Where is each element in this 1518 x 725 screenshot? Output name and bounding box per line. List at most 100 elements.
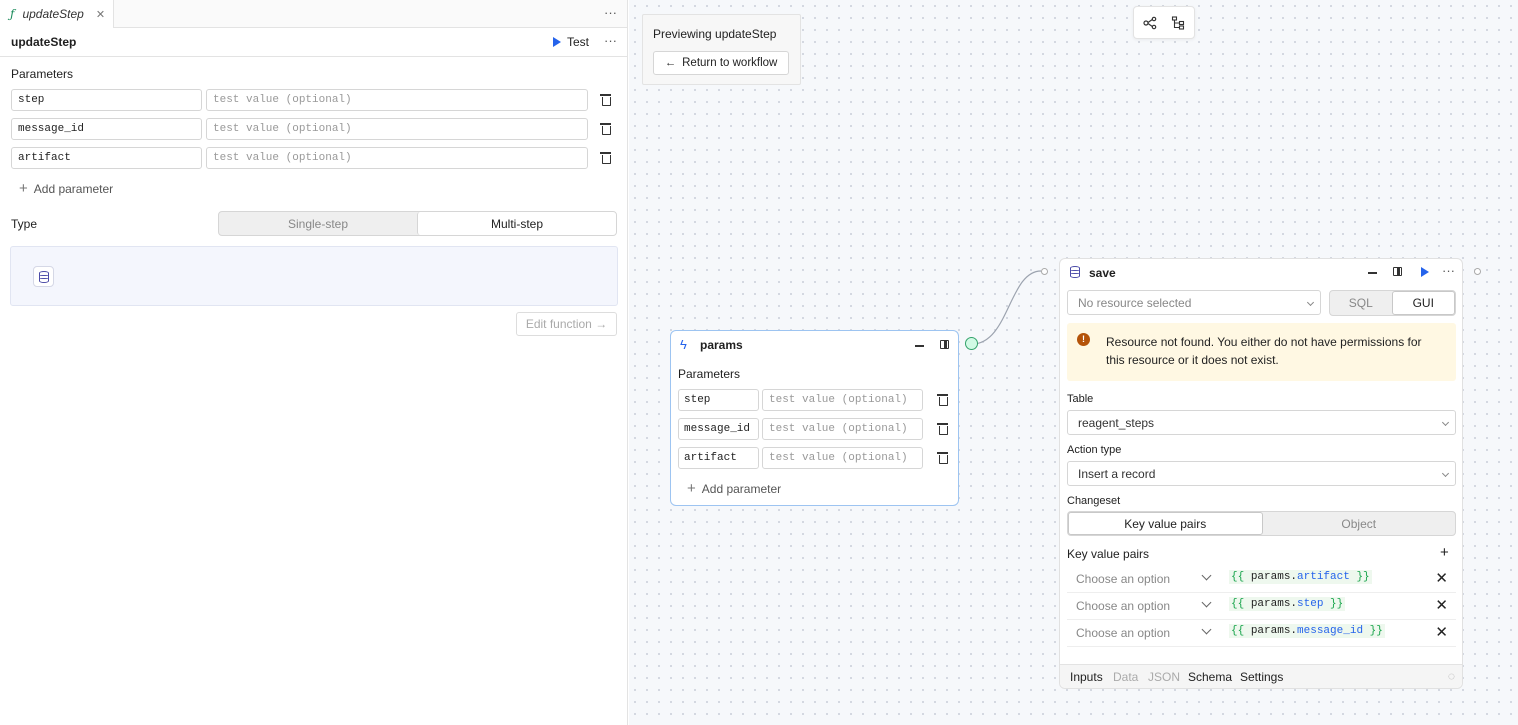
changeset-toggle: Key value pairs Object	[1067, 511, 1456, 536]
close-icon[interactable]: ✕	[96, 8, 105, 21]
chevron-down-icon[interactable]	[1201, 597, 1212, 608]
warning-icon: !	[1077, 333, 1090, 346]
test-button[interactable]: Test	[552, 35, 589, 49]
add-parameter-button[interactable]: + Add parameter	[19, 181, 113, 196]
graph-layout-icon[interactable]	[1143, 16, 1157, 30]
kv-value-expression[interactable]: {{ params.step }}	[1229, 597, 1346, 611]
kv-value-expression[interactable]: {{ params.message_id }}	[1229, 624, 1385, 638]
chevron-down-icon	[1441, 418, 1450, 427]
return-to-workflow-button[interactable]: ← Return to workflow	[653, 51, 789, 75]
type-option-multi-step[interactable]: Multi-step	[417, 212, 616, 235]
plus-icon: +	[687, 480, 696, 497]
type-label: Type	[11, 217, 38, 231]
input-port[interactable]	[1041, 268, 1048, 275]
more-icon[interactable]: ···	[1442, 263, 1455, 278]
run-icon[interactable]	[1421, 267, 1429, 277]
save-node[interactable]: save ··· No resource selected SQL GUI ! …	[1059, 258, 1463, 689]
params-node[interactable]: ϟ params Parameters step test value (opt…	[670, 330, 959, 506]
canvas-toolbar	[1133, 6, 1195, 39]
action-type-select[interactable]: Insert a record	[1067, 461, 1456, 486]
kv-row: Choose an option {{ params.step }} ✕	[1067, 593, 1456, 620]
chevron-down-icon[interactable]	[1201, 624, 1212, 635]
parameter-test-value-input[interactable]: test value (optional)	[206, 118, 588, 140]
lightning-icon: ϟ	[680, 337, 687, 352]
tab-updatestep[interactable]: ƒ updateStep ✕	[0, 0, 114, 28]
remove-icon[interactable]: ✕	[1435, 569, 1448, 587]
parameter-row: step test value (optional)	[678, 389, 948, 411]
add-parameter-button[interactable]: + Add parameter	[687, 481, 781, 496]
action-type-label: Action type	[1067, 444, 1122, 456]
trash-icon[interactable]	[937, 394, 948, 406]
params-node-section-label: Parameters	[678, 367, 741, 381]
kv-row: Choose an option {{ params.message_id }}…	[1067, 620, 1456, 647]
mode-option-sql[interactable]: SQL	[1330, 291, 1392, 315]
remove-icon[interactable]: ✕	[1435, 596, 1448, 614]
kv-key-select[interactable]: Choose an option	[1076, 572, 1170, 586]
workflow-summary-box[interactable]	[10, 246, 618, 306]
parameter-row: artifact test value (optional)	[11, 147, 617, 169]
parameter-test-value-input[interactable]: test value (optional)	[206, 147, 588, 169]
kv-pairs-label: Key value pairs	[1067, 547, 1150, 561]
panel-icon[interactable]	[940, 340, 949, 349]
trash-icon[interactable]	[600, 152, 611, 164]
footer-tab-data[interactable]: Data	[1113, 670, 1138, 684]
trash-icon[interactable]	[600, 123, 611, 135]
preview-banner: Previewing updateStep ← Return to workfl…	[642, 14, 801, 85]
kv-key-select[interactable]: Choose an option	[1076, 626, 1170, 640]
minimize-icon[interactable]	[1368, 272, 1377, 274]
workflow-canvas[interactable]: Previewing updateStep ← Return to workfl…	[629, 0, 1518, 725]
parameter-test-value-input[interactable]: test value (optional)	[206, 89, 588, 111]
function-icon: ƒ	[10, 7, 15, 21]
parameter-test-value-input[interactable]: test value (optional)	[762, 418, 923, 440]
footer-tab-settings[interactable]: Settings	[1240, 670, 1283, 684]
footer-tab-schema[interactable]: Schema	[1188, 670, 1232, 684]
parameter-name-input[interactable]: message_id	[11, 118, 202, 140]
output-port[interactable]	[965, 337, 978, 350]
kv-value-expression[interactable]: {{ params.artifact }}	[1229, 570, 1372, 584]
chevron-down-icon	[1306, 298, 1315, 307]
kv-key-select[interactable]: Choose an option	[1076, 599, 1170, 613]
parameter-name-input[interactable]: artifact	[678, 447, 759, 469]
trash-icon[interactable]	[600, 94, 611, 106]
trash-icon[interactable]	[937, 423, 948, 435]
remove-icon[interactable]: ✕	[1435, 623, 1448, 641]
tree-layout-icon[interactable]	[1171, 16, 1185, 30]
save-node-header: save ···	[1060, 259, 1462, 285]
add-kv-pair-icon[interactable]: +	[1440, 544, 1449, 561]
type-segmented-control: Single-step Multi-step	[218, 211, 617, 236]
footer-tab-inputs[interactable]: Inputs	[1070, 670, 1103, 684]
warning-callout: ! Resource not found. You either do not …	[1067, 323, 1456, 381]
footer-tab-json[interactable]: JSON	[1148, 670, 1180, 684]
type-option-single-step[interactable]: Single-step	[219, 212, 417, 235]
more-icon[interactable]: ···	[604, 33, 617, 48]
trash-icon[interactable]	[937, 452, 948, 464]
add-parameter-label: Add parameter	[33, 181, 114, 196]
kv-row: Choose an option {{ params.artifact }} ✕	[1067, 566, 1456, 593]
table-select-value: reagent_steps	[1078, 416, 1155, 430]
parameter-name-input[interactable]: step	[11, 89, 202, 111]
chevron-down-icon[interactable]	[1201, 570, 1212, 581]
more-icon[interactable]: ···	[604, 5, 617, 20]
table-select[interactable]: reagent_steps	[1067, 410, 1456, 435]
output-port[interactable]	[1474, 268, 1481, 275]
tab-bar: ƒ updateStep ✕ ···	[0, 0, 627, 28]
params-node-header: ϟ params	[671, 331, 958, 357]
parameter-name-input[interactable]: message_id	[678, 418, 759, 440]
minimize-icon[interactable]	[915, 345, 924, 347]
preview-title: Previewing updateStep	[653, 27, 777, 41]
parameter-name-input[interactable]: artifact	[11, 147, 202, 169]
test-label: Test	[566, 35, 589, 49]
edit-function-button[interactable]: Edit function →	[516, 312, 617, 336]
resource-select-value: No resource selected	[1078, 296, 1192, 310]
resource-select[interactable]: No resource selected	[1067, 290, 1321, 315]
changeset-option-key-value-pairs[interactable]: Key value pairs	[1068, 512, 1263, 535]
parameter-name-input[interactable]: step	[678, 389, 759, 411]
parameter-test-value-input[interactable]: test value (optional)	[762, 447, 923, 469]
mode-option-gui[interactable]: GUI	[1391, 291, 1455, 315]
parameter-test-value-input[interactable]: test value (optional)	[762, 389, 923, 411]
query-mode-toggle: SQL GUI	[1329, 290, 1456, 316]
changeset-option-object[interactable]: Object	[1263, 512, 1456, 535]
panel-icon[interactable]	[1393, 267, 1402, 276]
add-parameter-label: Add parameter	[701, 481, 782, 496]
function-editor-panel: ƒ updateStep ✕ ··· updateStep Test ··· P…	[0, 0, 628, 725]
